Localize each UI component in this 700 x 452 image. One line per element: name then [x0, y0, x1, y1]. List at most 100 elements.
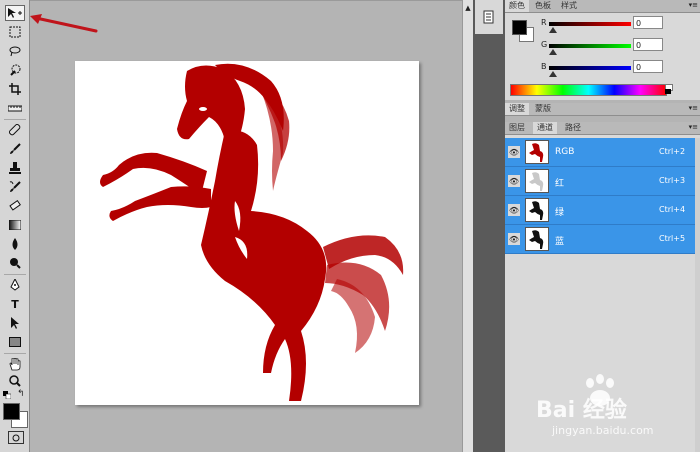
channel-thumbnail	[525, 198, 549, 222]
document-canvas[interactable]	[75, 61, 419, 405]
brush-icon	[10, 143, 21, 154]
eye-icon[interactable]: 👁	[508, 204, 520, 216]
eyedropper-tool[interactable]	[5, 100, 25, 116]
green-slider-thumb[interactable]	[549, 49, 557, 55]
channel-name: RGB	[555, 147, 575, 157]
clone-stamp-tool[interactable]	[5, 160, 25, 176]
layers-panel-tabs: 图层 通道 路径 ▾≡	[505, 122, 700, 135]
tab-channels[interactable]: 通道	[533, 122, 557, 134]
swap-colors-icon[interactable]: ↰	[17, 389, 25, 399]
quick-selection-tool[interactable]	[5, 62, 25, 78]
channel-row-rgb[interactable]: 👁 RGB Ctrl+2	[505, 138, 695, 167]
channel-name: 蓝	[555, 237, 565, 247]
lasso-tool[interactable]	[5, 43, 25, 59]
channel-shortcut: Ctrl+4	[659, 205, 686, 214]
brush-tool[interactable]	[5, 141, 25, 157]
crop-tool[interactable]	[5, 81, 25, 97]
eye-icon[interactable]: 👁	[508, 146, 520, 158]
color-panel: 颜色 色板 样式 ▾≡ R 0 G 0 B 0	[505, 0, 700, 100]
green-value-field[interactable]: 0	[633, 38, 663, 51]
default-colors-icon[interactable]	[3, 391, 12, 400]
eraser-tool[interactable]	[5, 198, 25, 214]
red-slider-thumb[interactable]	[549, 27, 557, 33]
quick-mask-button[interactable]	[8, 431, 24, 444]
tab-layers[interactable]: 图层	[505, 122, 529, 134]
gradient-icon	[9, 220, 21, 230]
adjustments-panel: 调整 蒙版 ▾≡	[505, 103, 700, 121]
dodge-tool[interactable]	[5, 255, 25, 271]
red-value-field[interactable]: 0	[633, 16, 663, 29]
color-panel-foreground[interactable]	[512, 20, 527, 35]
channel-shortcut: Ctrl+2	[659, 147, 686, 156]
hand-tool[interactable]	[5, 356, 25, 372]
history-brush-tool[interactable]	[5, 179, 25, 195]
ruler-icon	[8, 105, 22, 112]
panel-menu-icon[interactable]: ▾≡	[689, 104, 698, 112]
channel-shortcut: Ctrl+5	[659, 234, 686, 243]
spot-healing-brush-tool[interactable]	[5, 122, 25, 138]
gradient-tool[interactable]	[5, 217, 25, 233]
channel-name: 绿	[555, 208, 565, 218]
path-selection-icon	[11, 317, 19, 329]
type-icon: T	[11, 297, 19, 311]
rectangular-marquee-tool[interactable]	[5, 24, 25, 40]
lasso-icon	[9, 46, 21, 57]
crop-icon	[9, 83, 21, 95]
spectrum-black-swatch[interactable]	[665, 89, 671, 94]
history-panel-button[interactable]	[480, 8, 498, 26]
tab-masks[interactable]: 蒙版	[531, 103, 555, 115]
channel-thumbnail	[525, 140, 549, 164]
quick-selection-icon	[10, 64, 21, 76]
blue-value-field[interactable]: 0	[633, 60, 663, 73]
eye-icon[interactable]: 👁	[508, 233, 520, 245]
watermark-brand: Bai 经验	[536, 398, 627, 423]
zoom-tool[interactable]	[5, 373, 25, 389]
blue-slider[interactable]	[549, 66, 631, 70]
stamp-icon	[9, 162, 21, 174]
tab-color[interactable]: 颜色	[505, 0, 529, 12]
bandage-icon	[9, 124, 21, 136]
channel-name: 红	[555, 179, 565, 189]
color-panel-tabs: 颜色 色板 样式 ▾≡	[505, 0, 700, 13]
tab-swatches[interactable]: 色板	[531, 0, 555, 12]
eraser-icon	[9, 200, 21, 211]
path-selection-tool[interactable]	[5, 315, 25, 331]
panel-menu-icon[interactable]: ▾≡	[689, 123, 698, 131]
move-icon	[8, 8, 22, 18]
pen-tool[interactable]	[5, 277, 25, 293]
adjustments-panel-tabs: 调整 蒙版 ▾≡	[505, 103, 700, 116]
green-channel-label: G	[541, 40, 548, 49]
red-slider[interactable]	[549, 22, 631, 26]
move-tool[interactable]	[5, 5, 25, 21]
red-channel-label: R	[541, 18, 547, 27]
pen-icon	[10, 279, 20, 291]
blur-tool[interactable]	[5, 236, 25, 252]
history-brush-icon	[9, 181, 21, 192]
panel-menu-icon[interactable]: ▾≡	[689, 1, 698, 9]
tab-adjustments[interactable]: 调整	[505, 103, 529, 115]
channel-row-green[interactable]: 👁 绿 Ctrl+4	[505, 196, 695, 225]
channel-shortcut: Ctrl+3	[659, 176, 686, 185]
tools-panel: T ↰	[0, 0, 30, 452]
canvas-vertical-scrollbar[interactable]: ▲	[462, 0, 473, 452]
channel-row-red[interactable]: 👁 红 Ctrl+3	[505, 167, 695, 196]
tab-paths[interactable]: 路径	[561, 122, 585, 134]
channel-row-blue[interactable]: 👁 蓝 Ctrl+5	[505, 225, 695, 254]
dodge-icon	[10, 258, 21, 269]
drop-icon	[12, 238, 18, 250]
rectangle-tool[interactable]	[5, 334, 25, 350]
color-spectrum-bar[interactable]	[510, 84, 667, 96]
channel-thumbnail	[525, 227, 549, 251]
tab-styles[interactable]: 样式	[557, 0, 581, 12]
blue-slider-thumb[interactable]	[549, 71, 557, 77]
foreground-color-swatch[interactable]	[3, 403, 20, 420]
type-tool[interactable]: T	[5, 296, 25, 312]
history-icon	[483, 10, 494, 24]
scroll-up-icon[interactable]: ▲	[463, 3, 473, 13]
baidu-jingyan-watermark: Bai 经验 jingyan.baidu.com	[536, 374, 696, 444]
rectangle-icon	[9, 337, 21, 347]
watermark-url: jingyan.baidu.com	[552, 424, 654, 437]
marquee-icon	[9, 26, 21, 38]
eye-icon[interactable]: 👁	[508, 175, 520, 187]
green-slider[interactable]	[549, 44, 631, 48]
